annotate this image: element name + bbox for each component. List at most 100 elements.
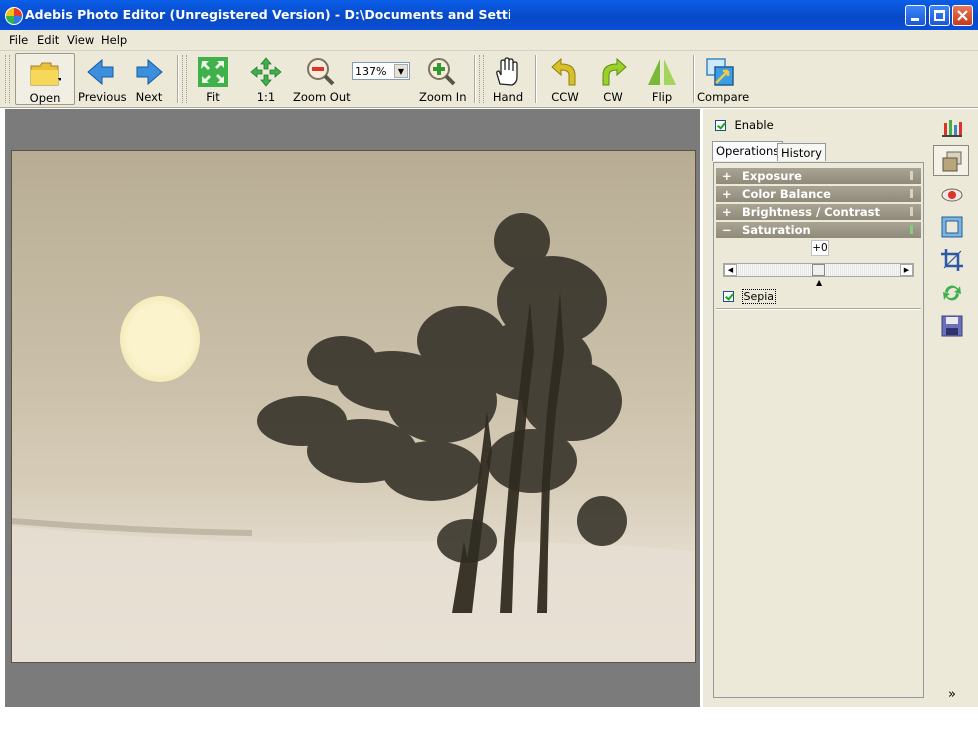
fit-button[interactable]: Fit <box>193 53 233 105</box>
histogram-icon <box>942 120 962 137</box>
slider-thumb[interactable] <box>812 264 825 276</box>
operations-list: + Exposure + Color Balance + Brightness … <box>713 162 924 698</box>
operation-label: Saturation <box>742 223 811 237</box>
folder-icon <box>30 62 61 86</box>
compare-label: Compare <box>697 90 750 104</box>
zoom-in-label: Zoom In <box>419 90 467 104</box>
minimize-icon <box>911 18 919 21</box>
rotate-icon <box>943 285 961 301</box>
photo-preview[interactable] <box>11 150 696 663</box>
maximize-icon <box>934 10 945 21</box>
enable-row[interactable]: Enable <box>715 118 774 132</box>
title-bar: Adebis Photo Editor (Unregistered Versio… <box>0 0 978 30</box>
zoom-out-label: Zoom Out <box>293 90 351 104</box>
frame-tool-button[interactable] <box>933 210 969 241</box>
collapse-icon: − <box>722 223 732 237</box>
red-eye-tool-button[interactable] <box>933 178 969 209</box>
rotate-tool-button[interactable] <box>933 276 969 307</box>
menu-help[interactable]: Help <box>101 33 127 47</box>
menu-view[interactable]: View <box>67 33 94 47</box>
flip-button[interactable]: Flip <box>642 53 682 105</box>
expand-icon: + <box>722 187 732 201</box>
slider-right-arrow-icon[interactable]: ▶ <box>900 264 913 276</box>
menu-file[interactable]: File <box>9 33 28 47</box>
toolbar-separator <box>535 55 537 103</box>
enable-checkbox[interactable] <box>715 119 726 131</box>
photo-trees <box>12 213 695 662</box>
saturation-slider[interactable]: ◀ ▶ <box>723 263 914 277</box>
expand-icon: + <box>722 205 732 219</box>
cw-label: CW <box>603 90 623 104</box>
toolbar-grip[interactable] <box>5 55 10 103</box>
arrow-right-icon <box>136 58 163 86</box>
crop-tool-button[interactable] <box>933 243 969 274</box>
toolbar-separator <box>474 55 476 103</box>
sepia-checkbox[interactable] <box>723 290 734 302</box>
zoom-out-icon <box>307 58 335 86</box>
more-tools-button[interactable]: » <box>948 687 956 702</box>
next-button[interactable]: Next <box>130 53 168 105</box>
next-label: Next <box>135 90 163 104</box>
tab-operations[interactable]: Operations <box>712 141 784 161</box>
tool-strip: » <box>929 109 978 707</box>
rotate-ccw-button[interactable]: CCW <box>545 53 585 105</box>
saturation-value: +0 <box>811 240 829 256</box>
histogram-tool-button[interactable] <box>933 111 969 142</box>
hand-label: Hand <box>492 90 524 104</box>
status-indicator <box>910 225 913 234</box>
app-icon[interactable] <box>5 7 23 25</box>
compare-icon <box>706 58 734 86</box>
previous-label: Previous <box>78 90 127 104</box>
toolbar-grip[interactable] <box>182 55 187 103</box>
minimize-button[interactable] <box>905 5 926 26</box>
crop-icon <box>941 249 963 271</box>
previous-button[interactable]: Previous <box>78 53 127 105</box>
slider-left-arrow-icon[interactable]: ◀ <box>724 264 737 276</box>
flip-icon <box>648 59 676 85</box>
zoom-out-button[interactable]: Zoom Out <box>293 53 351 105</box>
save-tool-button[interactable] <box>933 309 969 340</box>
operation-brightness-contrast[interactable]: + Brightness / Contrast <box>716 204 921 220</box>
menu-edit[interactable]: Edit <box>37 33 59 47</box>
flip-label: Flip <box>651 90 673 104</box>
fit-label: Fit <box>206 90 220 104</box>
chevron-down-icon[interactable]: ▼ <box>394 64 408 78</box>
open-button[interactable]: Open <box>15 53 75 105</box>
operations-panel: Enable Operations History + Exposure + C… <box>702 109 929 707</box>
hand-tool-button[interactable]: Hand <box>488 53 528 105</box>
slider-center-marker-icon: ▲ <box>816 278 823 287</box>
save-icon <box>941 315 963 337</box>
rotate-cw-button[interactable]: CW <box>594 53 632 105</box>
zoom-in-button[interactable]: Zoom In <box>419 53 467 105</box>
operation-saturation[interactable]: − Saturation <box>716 222 921 238</box>
expand-icon: + <box>722 169 732 183</box>
zoom-in-icon <box>428 58 456 86</box>
layers-icon <box>942 151 962 172</box>
operations-tool-button[interactable] <box>933 145 969 176</box>
toolbar-separator <box>693 55 695 103</box>
toolbar-grip[interactable] <box>479 55 484 103</box>
ccw-label: CCW <box>551 90 579 104</box>
fit-icon <box>198 57 228 87</box>
zoom-level-value: 137% <box>355 65 387 78</box>
operation-color-balance[interactable]: + Color Balance <box>716 186 921 202</box>
rotate-cw-icon <box>602 57 627 86</box>
zoom-level-select[interactable]: 137% ▼ <box>352 62 410 80</box>
toolbar: Open Previous Next Fit 1:1 Zoom Out 137%… <box>0 51 978 108</box>
compare-button[interactable]: Compare <box>697 53 750 105</box>
tab-history[interactable]: History <box>777 143 826 161</box>
arrow-left-icon <box>87 58 114 86</box>
toolbar-separator <box>177 55 179 103</box>
close-button[interactable] <box>952 5 973 26</box>
operation-label: Color Balance <box>742 187 831 201</box>
red-eye-icon <box>941 188 963 202</box>
image-canvas[interactable] <box>5 109 700 707</box>
actual-size-button[interactable]: 1:1 <box>246 53 286 105</box>
status-indicator <box>910 207 913 216</box>
maximize-button[interactable] <box>929 5 950 26</box>
actual-size-label: 1:1 <box>256 90 276 104</box>
frame-icon <box>941 216 963 238</box>
operation-exposure[interactable]: + Exposure <box>716 168 921 184</box>
sepia-row[interactable]: Sepia <box>723 288 777 304</box>
status-indicator <box>910 171 913 180</box>
